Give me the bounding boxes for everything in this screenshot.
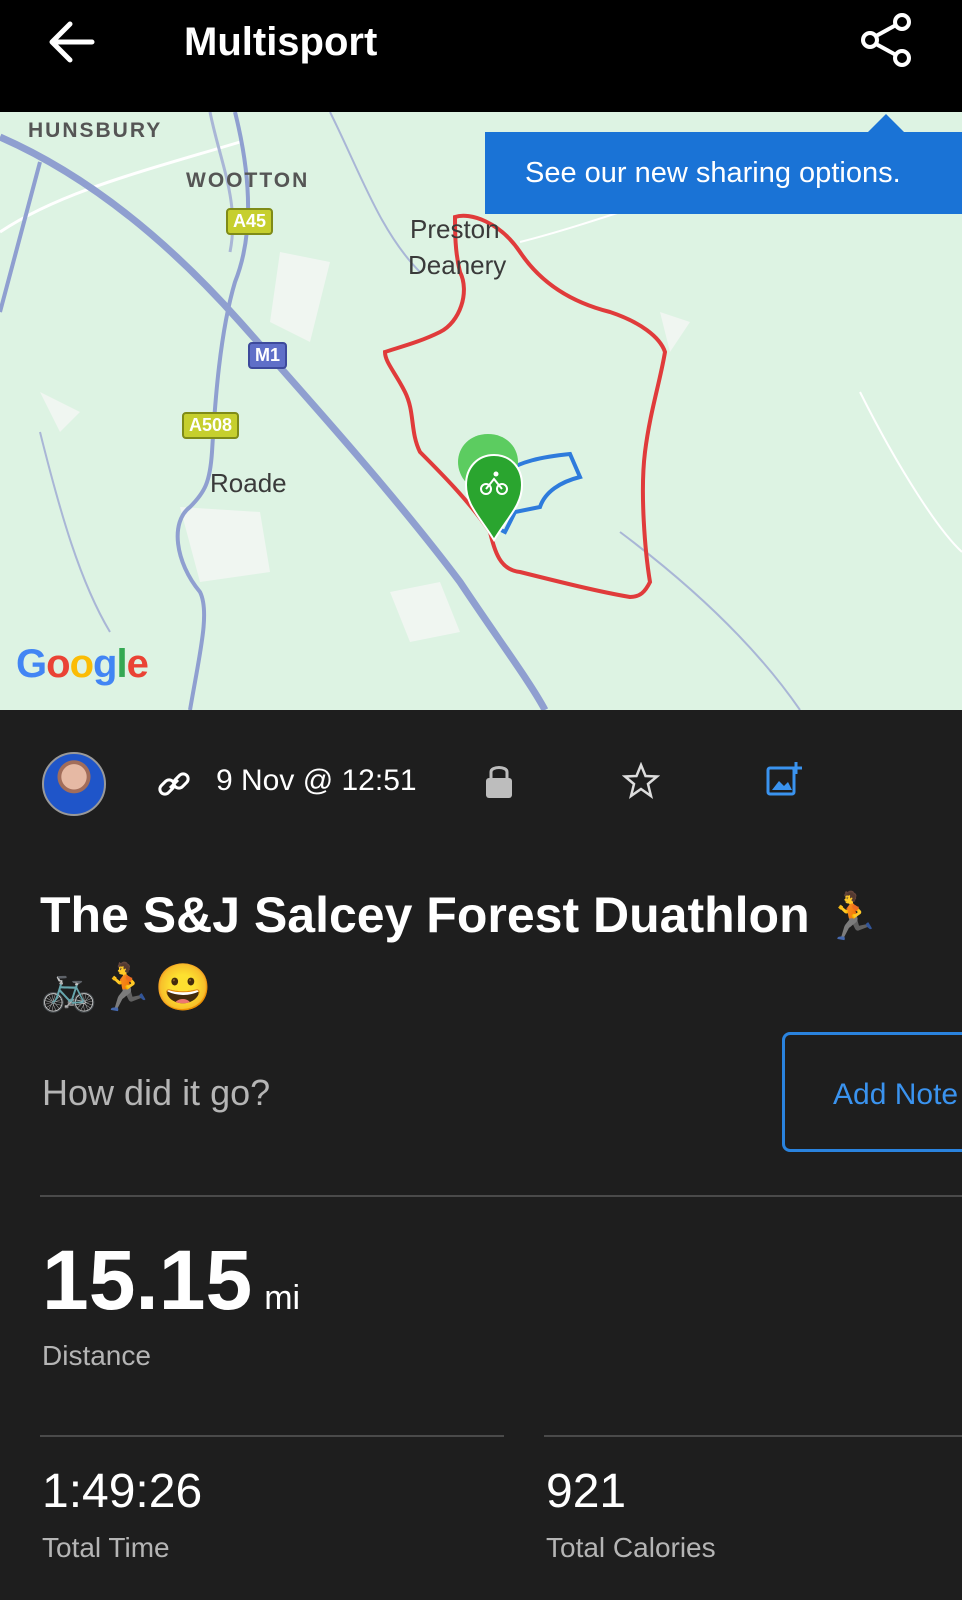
map-label-preston: Preston — [410, 214, 500, 244]
map-label-roade: Roade — [210, 468, 287, 498]
road-shield-m1: M1 — [248, 342, 288, 369]
runner-emoji: 🏃 — [823, 890, 881, 942]
star-icon[interactable] — [622, 762, 660, 800]
total-time-value: 1:49:26 — [42, 1465, 203, 1518]
arrow-left-icon — [49, 21, 95, 63]
divider — [544, 1435, 962, 1437]
activity-title: The S&J Salcey Forest Duathlon 🏃 🚲🏃😀 — [40, 880, 920, 1022]
lock-icon[interactable] — [484, 762, 514, 800]
activity-meta-row: 9 Nov @ 12:51 — [0, 752, 962, 816]
activity-date: 9 Nov @ 12:51 — [216, 764, 417, 797]
add-note-button[interactable]: Add Note — [782, 1032, 962, 1152]
tooltip-arrow — [868, 114, 904, 132]
page-title: Multisport — [184, 20, 378, 64]
divider — [40, 1195, 962, 1197]
divider — [40, 1435, 504, 1437]
distance-unit: mi — [264, 1279, 301, 1317]
map-label-wootton: WOOTTON — [186, 169, 310, 192]
distance-label: Distance — [42, 1340, 151, 1371]
road-shield-a508: A508 — [182, 412, 240, 439]
top-app-bar: Multisport — [0, 0, 962, 112]
total-calories-value: 921 — [546, 1465, 627, 1518]
total-time-label: Total Time — [42, 1532, 170, 1563]
note-prompt[interactable]: How did it go? — [42, 1072, 270, 1114]
road-shield-a45: A45 — [226, 208, 274, 235]
avatar[interactable] — [42, 752, 106, 816]
map-label-hunsbury: HUNSBURY — [28, 119, 163, 142]
google-logo: Google — [16, 642, 149, 686]
total-calories-label: Total Calories — [546, 1532, 716, 1563]
distance-stat: 15.15 mi — [42, 1232, 300, 1346]
activity-title-text: The S&J Salcey Forest Duathlon — [40, 887, 810, 943]
share-icon — [861, 13, 911, 67]
distance-value: 15.15 — [42, 1233, 253, 1327]
sport-emojis: 🚲🏃😀 — [40, 961, 212, 1013]
share-button[interactable] — [856, 10, 916, 70]
sharing-tooltip[interactable]: See our new sharing options. — [485, 132, 962, 214]
back-button[interactable] — [44, 18, 100, 66]
add-photo-icon[interactable] — [764, 760, 804, 800]
link-icon — [158, 772, 190, 796]
map-label-deanery: Deanery — [408, 250, 507, 280]
